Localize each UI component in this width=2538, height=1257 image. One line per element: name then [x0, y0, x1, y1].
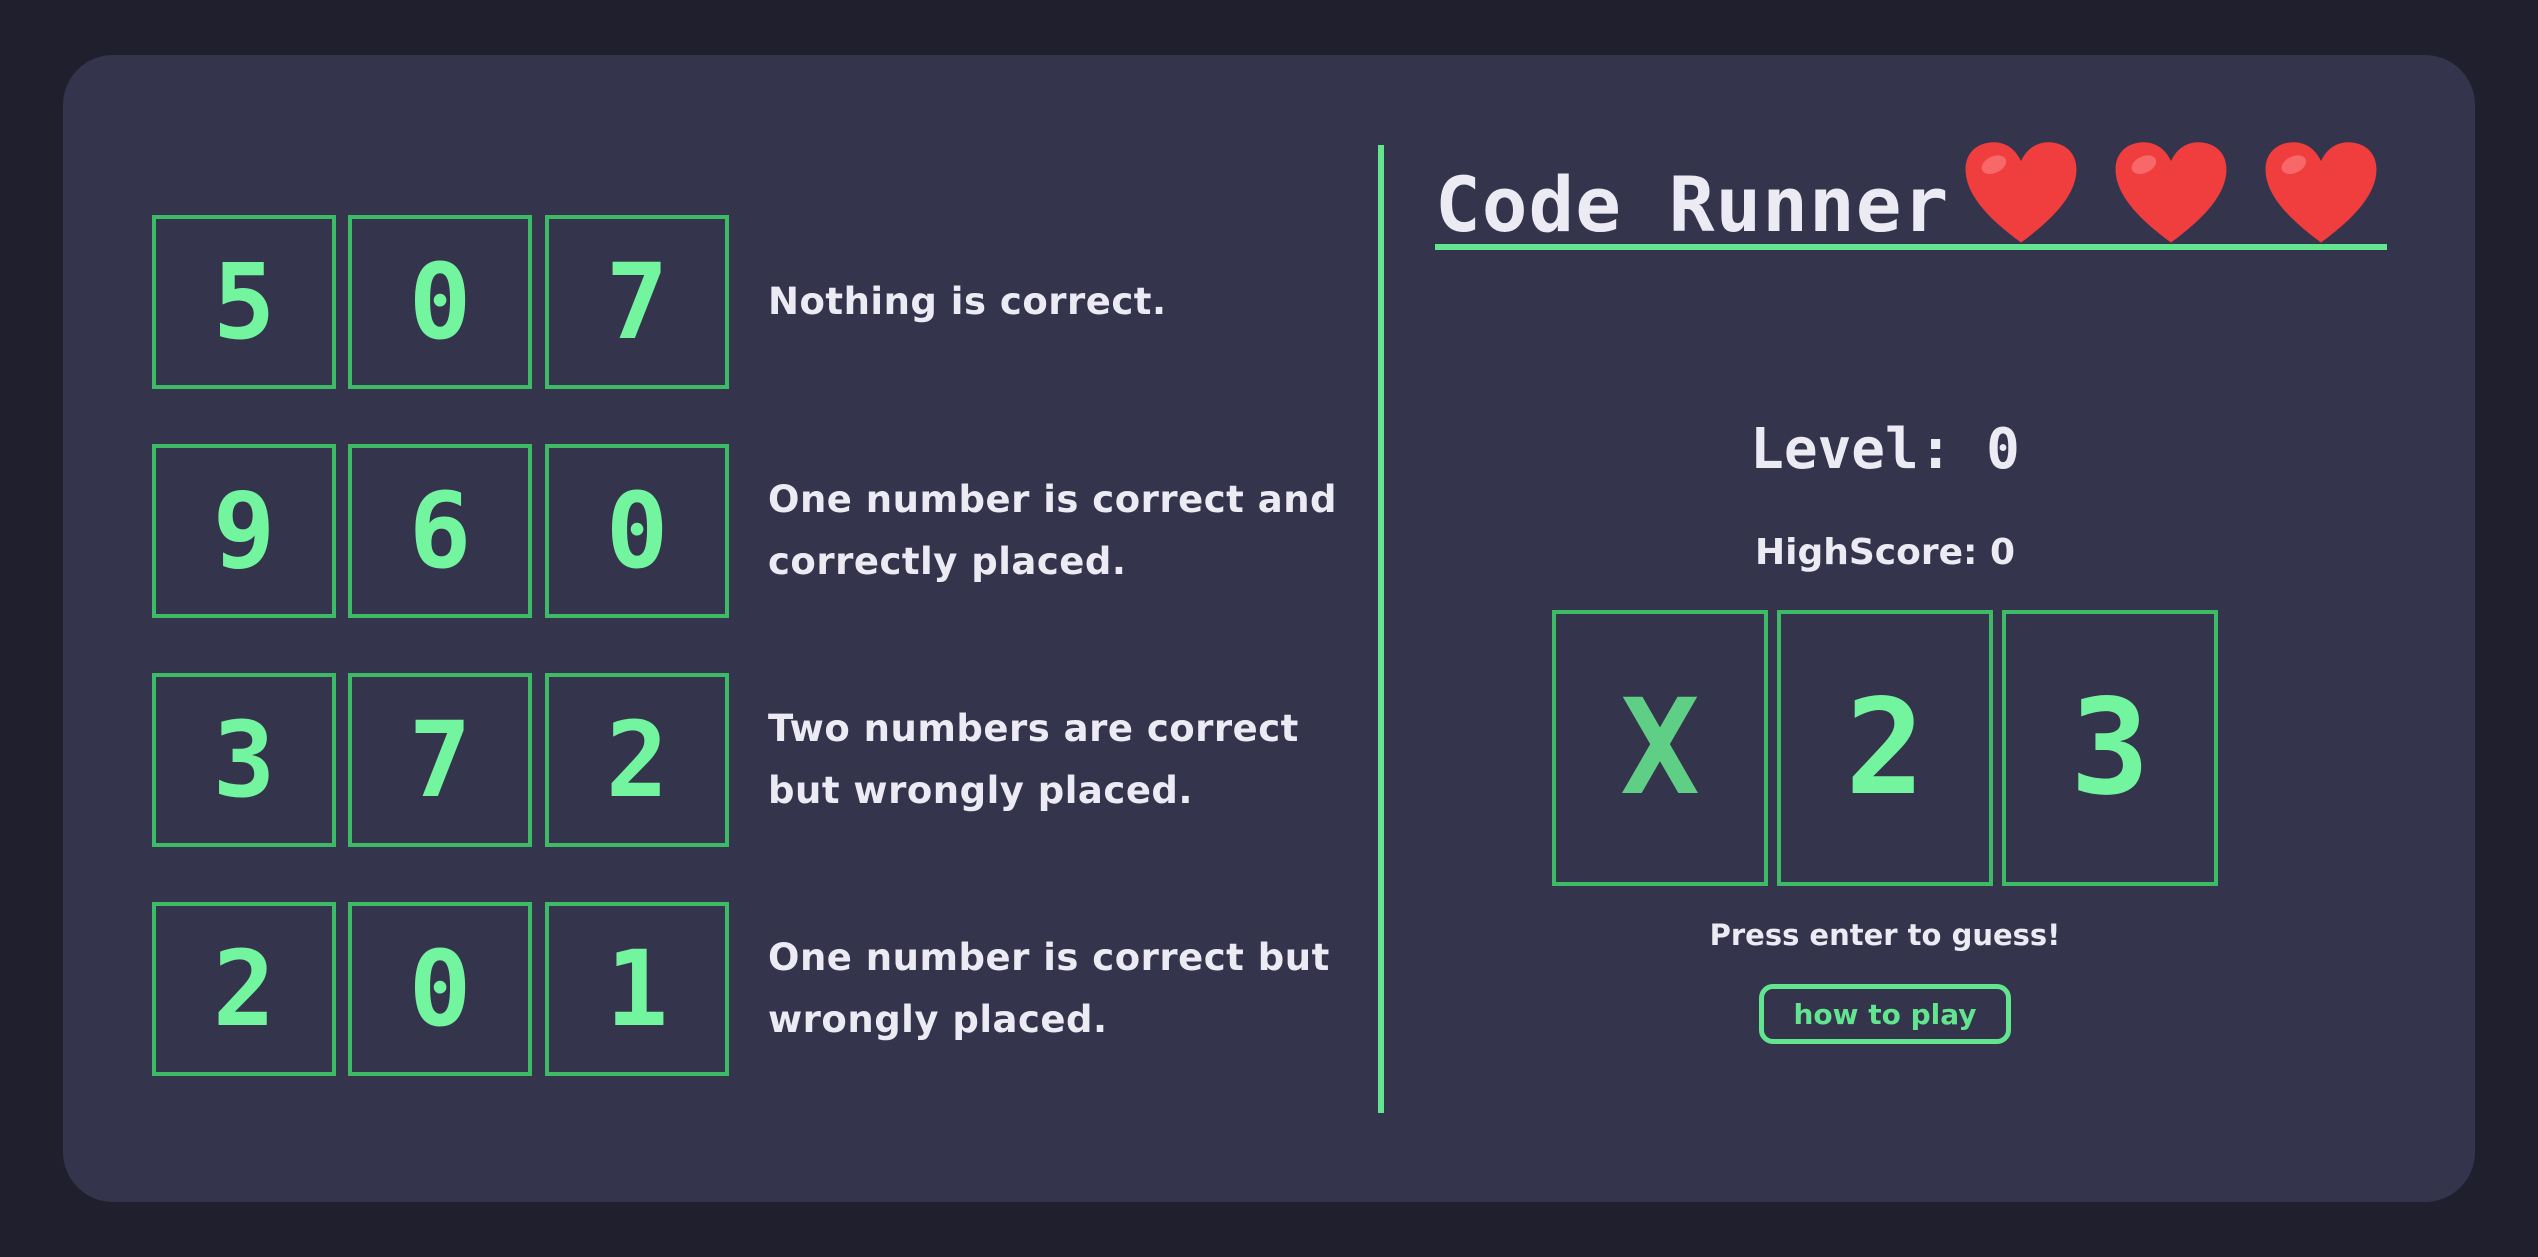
heart-icon — [2265, 142, 2377, 243]
hint-digit: 9 — [152, 444, 336, 618]
guess-digit-input[interactable]: 2 — [1777, 610, 1993, 886]
hint-digit: 2 — [152, 902, 336, 1076]
hint-row: 3 7 2 Two numbers are correct but wrongl… — [152, 673, 1352, 853]
hint-row: 5 0 7 Nothing is correct. — [152, 215, 1352, 395]
guess-instruction: Press enter to guess! — [1709, 918, 2061, 952]
hint-digit: 7 — [545, 215, 729, 389]
how-to-play-button[interactable]: how to play — [1759, 984, 2011, 1044]
panel-divider — [1378, 145, 1384, 1113]
hint-text: Nothing is correct. — [768, 280, 1167, 323]
page-title: Code Runner — [1435, 160, 1950, 249]
hint-digit: 1 — [545, 902, 729, 1076]
guess-digit-input[interactable]: 3 — [2002, 610, 2218, 886]
hint-text: One number is correct and correctly plac… — [768, 478, 1338, 583]
hint-text: One number is correct but wrongly placed… — [768, 936, 1330, 1041]
hint-digit: 6 — [348, 444, 532, 618]
hint-text: Two numbers are correct but wrongly plac… — [768, 707, 1299, 812]
hint-row: 9 6 0 One number is correct and correctl… — [152, 444, 1352, 624]
hint-digit: 2 — [545, 673, 729, 847]
hint-digit: 3 — [152, 673, 336, 847]
level-label: Level: 0 — [1750, 417, 2020, 482]
hint-digit: 5 — [152, 215, 336, 389]
hint-row: 2 0 1 One number is correct but wrongly … — [152, 902, 1352, 1082]
hint-digit: 0 — [348, 215, 532, 389]
guess-digit-input[interactable]: X — [1552, 610, 1768, 886]
highscore-label: HighScore: 0 — [1754, 532, 2015, 573]
hint-digit: 0 — [348, 902, 532, 1076]
heart-icon — [2115, 142, 2227, 243]
hint-digit: 7 — [348, 673, 532, 847]
heart-icon — [1965, 142, 2077, 243]
lives-display — [1962, 138, 2392, 258]
hint-digit: 0 — [545, 444, 729, 618]
